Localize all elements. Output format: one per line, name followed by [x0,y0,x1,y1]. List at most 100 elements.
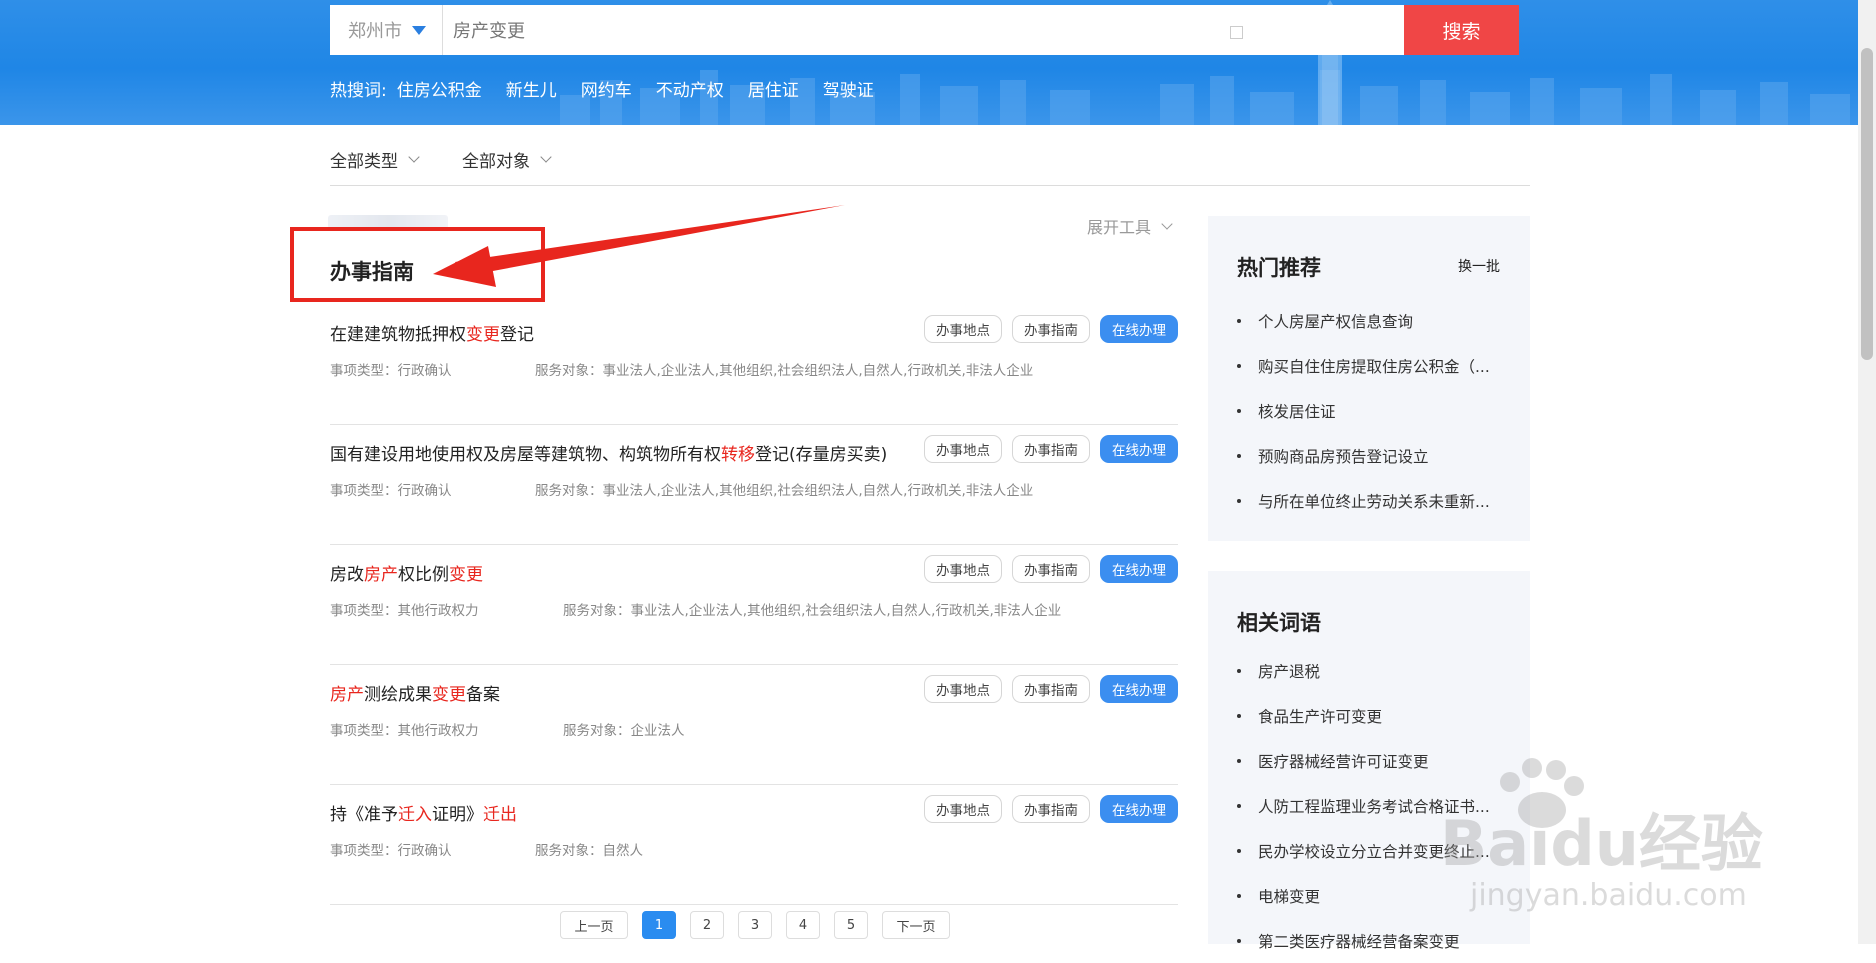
title-text: 权比例 [398,565,449,585]
hot-recommend-item[interactable]: 购买自住住房提取住房公积金（... [1237,343,1502,388]
filter-type-dropdown[interactable]: 全部类型 [330,147,420,172]
bullet-icon [1237,498,1241,503]
hot-recommend-item[interactable]: 预购商品房预告登记设立 [1237,433,1502,478]
expand-tools-label: 展开工具 [1087,218,1152,237]
pagination: 上一页 1 2 3 4 5 下一页 [560,911,964,939]
location-button[interactable]: 办事地点 [924,555,1002,583]
location-button[interactable]: 办事地点 [924,675,1002,703]
refresh-batch-link[interactable]: 换一批 [1458,256,1500,276]
online-apply-button[interactable]: 在线办理 [1100,555,1178,583]
location-button[interactable]: 办事地点 [924,315,1002,343]
guide-button[interactable]: 办事指南 [1012,435,1090,463]
bullet-icon [1237,668,1241,673]
hot-word-link[interactable]: 不动产权 [656,76,724,101]
result-title-link[interactable]: 房产测绘成果变更备案 [330,680,500,705]
hot-recommend-item[interactable]: 与所在单位终止劳动关系未重新... [1237,478,1502,523]
related-terms-list: 房产退税 食品生产许可变更 医疗器械经营许可证变更 人防工程监理业务考试合格证书… [1237,648,1502,963]
annotation-highlight-box [290,227,545,302]
guide-button[interactable]: 办事指南 [1012,795,1090,823]
hot-word-link[interactable]: 驾驶证 [823,76,874,101]
result-meta: 事项类型：行政确认 服务对象：事业法人,企业法人,其他组织,社会组织法人,自然人,… [330,479,1033,499]
hot-recommend-item[interactable]: 核发居住证 [1237,388,1502,433]
related-term-item[interactable]: 人防工程监理业务考试合格证书... [1237,783,1502,828]
title-text: 测绘成果 [364,685,432,705]
item-type: 事项类型：行政确认 [330,363,452,379]
guide-button[interactable]: 办事指南 [1012,675,1090,703]
service-object: 服务对象：事业法人,企业法人,其他组织,社会组织法人,自然人,行政机关,非法人企… [535,483,1034,499]
result-title-link[interactable]: 国有建设用地使用权及房屋等建筑物、构筑物所有权转移登记(存量房买卖) [330,440,887,465]
related-term-item[interactable]: 第二类医疗器械经营备案变更 [1237,918,1502,963]
search-button[interactable]: 搜索 [1404,5,1519,55]
title-text: 国有建设用地使用权及房屋等建筑物、构筑物所有权 [330,445,721,465]
item-type: 事项类型：行政确认 [330,483,452,499]
location-button[interactable]: 办事地点 [924,795,1002,823]
service-object: 服务对象：自然人 [535,843,643,859]
related-term-item[interactable]: 房产退税 [1237,648,1502,693]
bullet-icon [1237,803,1241,808]
hot-word-link[interactable]: 住房公积金 [397,76,482,101]
chevron-down-icon [408,151,420,163]
bullet-icon [1237,893,1241,898]
vertical-scrollbar[interactable] [1858,0,1876,944]
result-actions: 办事地点 办事指南 在线办理 [914,795,1178,823]
bullet-icon [1237,363,1241,368]
hot-word-link[interactable]: 新生儿 [506,76,557,101]
bullet-icon [1237,453,1241,458]
bullet-icon [1237,408,1241,413]
online-apply-button[interactable]: 在线办理 [1100,675,1178,703]
title-text: 证明》 [432,805,483,825]
city-select[interactable]: 郑州市 [330,5,443,55]
title-text: 房改 [330,565,364,585]
result-title-link[interactable]: 在建建筑物抵押权变更登记 [330,320,534,345]
hot-word-link[interactable]: 居住证 [748,76,799,101]
keyword-highlight: 转移 [721,445,755,465]
filter-bar: 全部类型 全部对象 [330,147,1530,186]
next-page-button[interactable]: 下一页 [882,911,950,939]
result-actions: 办事地点 办事指南 在线办理 [914,315,1178,343]
related-term-item[interactable]: 食品生产许可变更 [1237,693,1502,738]
title-text: 登记 [500,325,534,345]
page-button[interactable]: 3 [738,911,772,939]
guide-button[interactable]: 办事指南 [1012,315,1090,343]
chevron-down-icon [1161,217,1173,230]
service-object: 服务对象：事业法人,企业法人,其他组织,社会组织法人,自然人,行政机关,非法人企… [535,363,1034,379]
prev-page-button[interactable]: 上一页 [560,911,628,939]
guide-button[interactable]: 办事指南 [1012,555,1090,583]
bullet-icon [1237,848,1241,853]
result-title-link[interactable]: 房改房产权比例变更 [330,560,483,585]
related-terms-panel: 相关词语 房产退税 食品生产许可变更 医疗器械经营许可证变更 人防工程监理业务考… [1208,571,1530,951]
hot-recommend-list: 个人房屋产权信息查询 购买自住住房提取住房公积金（... 核发居住证 预购商品房… [1237,298,1502,523]
search-in-results-checkbox[interactable] [1230,25,1243,39]
keyword-highlight: 变更 [466,325,500,345]
expand-tools-toggle[interactable]: 展开工具 [1087,214,1173,238]
result-actions: 办事地点 办事指南 在线办理 [914,435,1178,463]
online-apply-button[interactable]: 在线办理 [1100,795,1178,823]
bullet-icon [1237,938,1241,943]
keyword-highlight: 房产 [364,565,398,585]
page-button[interactable]: 2 [690,911,724,939]
item-type: 事项类型：行政确认 [330,843,452,859]
related-terms-title: 相关词语 [1237,611,1321,635]
result-item: 房改房产权比例变更 事项类型：其他行政权力 服务对象：事业法人,企业法人,其他组织,… [330,544,1178,665]
page-button[interactable]: 1 [642,911,676,939]
online-apply-button[interactable]: 在线办理 [1100,315,1178,343]
result-title-link[interactable]: 持《准予迁入证明》迁出 [330,800,517,825]
related-term-item[interactable]: 医疗器械经营许可证变更 [1237,738,1502,783]
hot-recommend-item[interactable]: 个人房屋产权信息查询 [1237,298,1502,343]
result-item: 房产测绘成果变更备案 事项类型：其他行政权力 服务对象：企业法人 办事地点 办事指南 在线… [330,664,1178,785]
online-apply-button[interactable]: 在线办理 [1100,435,1178,463]
search-in-results-label: 在结果中搜索 [1253,23,1361,44]
hot-word-link[interactable]: 网约车 [581,76,632,101]
search-in-results[interactable]: 在结果中搜索 [1230,19,1361,45]
page-button[interactable]: 5 [834,911,868,939]
location-button[interactable]: 办事地点 [924,435,1002,463]
related-term-item[interactable]: 民办学校设立分立合并变更终止... [1237,828,1502,873]
keyword-highlight: 房产 [330,685,364,705]
item-type: 事项类型：其他行政权力 [330,603,479,619]
page-button[interactable]: 4 [786,911,820,939]
filter-target-dropdown[interactable]: 全部对象 [462,147,552,172]
keyword-highlight: 迁出 [483,805,517,825]
scrollbar-thumb[interactable] [1861,48,1873,360]
related-term-item[interactable]: 电梯变更 [1237,873,1502,918]
result-item: 国有建设用地使用权及房屋等建筑物、构筑物所有权转移登记(存量房买卖) 事项类型：行… [330,424,1178,545]
